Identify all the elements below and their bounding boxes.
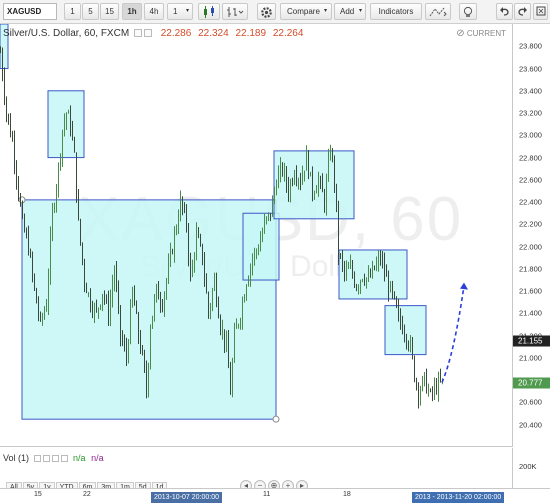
price-tick-label: 22.000 (519, 242, 542, 252)
interval-dropdown[interactable]: 1 ▾ (167, 3, 193, 20)
price-axis[interactable]: 23.800 23.600 23.400 23.200 23.000 22.800 22.6… (512, 24, 550, 447)
volume-axis: 200K (512, 448, 550, 488)
price-tick-label: 21.000 (519, 353, 542, 363)
range-time-badge: 2013 - 2013-11-20 02:00:00 (412, 492, 505, 503)
time-label: 11 (263, 491, 271, 498)
time-axis[interactable]: 15 22 2013-10-07 20:00:00 11 18 2013 - 2… (0, 488, 550, 504)
circle-slash-icon: ⊘ (456, 28, 465, 39)
chevron-down-icon: ▾ (323, 8, 327, 14)
interval-1-button[interactable]: 1 (64, 3, 81, 20)
price-tick-label: 21.800 (519, 264, 542, 274)
chart-toolbar: XAGUSD 1 5 15 1h 4h 1 ▾ Compare ▾ Add ▾ … (0, 0, 550, 24)
interval-15-button[interactable]: 15 (100, 3, 119, 20)
candles-style-button[interactable] (198, 3, 220, 20)
price-tick-label: 22.400 (519, 197, 542, 207)
indicators-button[interactable]: Indicators (370, 3, 422, 20)
price-tick-label: 23.400 (519, 86, 542, 96)
interval-dropdown-value: 1 (173, 7, 178, 16)
lightbulb-icon (463, 6, 473, 17)
close-icon[interactable] (51, 454, 59, 462)
volume-label: Vol (1) (3, 453, 30, 463)
last-price-badge: 21.155 (513, 335, 550, 347)
chevron-down-icon: ▾ (358, 8, 362, 14)
ohlc-values: 22.286 22.324 22.189 22.264 (161, 28, 308, 39)
price-tick-label: 23.600 (519, 64, 542, 74)
drawing-tools-button[interactable] (425, 3, 451, 20)
settings-icon[interactable] (143, 29, 152, 38)
drawing-tools-icon (429, 7, 447, 17)
price-tick-label: 21.400 (519, 308, 542, 318)
chart-mode-label: CURRENT (466, 29, 506, 38)
series-legend: Silver/U.S. Dollar, 60, FXCM 22.286 22.3… (3, 28, 307, 39)
price-tick-label: 23.200 (519, 108, 542, 118)
compare-button[interactable]: Compare ▾ (280, 3, 332, 20)
bar-style-button[interactable] (222, 3, 248, 20)
rectangle-handle (272, 415, 280, 423)
interval-1h-button[interactable]: 1h (122, 3, 142, 20)
time-label: 22 (83, 491, 91, 498)
legend-controls (132, 28, 152, 39)
high-value: 22.324 (198, 28, 229, 40)
chevron-down-icon: ▾ (185, 8, 189, 14)
price-tick-label: 22.800 (519, 153, 542, 163)
price-tick-label: 22.200 (519, 219, 542, 229)
time-label: 18 (343, 491, 351, 498)
add-button[interactable]: Add ▾ (334, 3, 366, 20)
alert-button[interactable] (459, 3, 477, 20)
volume-legend: Vol (1) n/a n/a (3, 453, 104, 464)
interval-5-button[interactable]: 5 (82, 3, 99, 20)
volume-value-1: n/a (73, 453, 86, 463)
volume-value-2: n/a (91, 453, 104, 463)
current-price-badge: 20.777 (513, 377, 550, 389)
price-chart-pane[interactable]: XAGUSD, 60 Silver/U.S. Dollar Silver/U.S… (0, 24, 512, 447)
open-value: 22.286 (160, 28, 192, 40)
low-value: 22.189 (235, 28, 267, 40)
series-title: Silver/U.S. Dollar, 60, FXCM (3, 28, 130, 40)
undo-icon (500, 7, 509, 16)
price-tick-label: 20.400 (519, 420, 542, 430)
redo-button[interactable] (514, 3, 531, 20)
rectangle-drawing (384, 305, 427, 356)
chart-mode-tag[interactable]: ⊘ CURRENT (456, 28, 506, 39)
price-tick-label: 23.000 (519, 130, 542, 140)
settings-button[interactable] (257, 3, 276, 20)
compare-label: Compare (287, 7, 320, 16)
settings-icon[interactable] (42, 454, 50, 462)
crosshair-time-badge: 2013-10-07 20:00:00 (151, 492, 222, 503)
close-value: 22.264 (272, 28, 304, 40)
price-tick-label: 22.600 (519, 175, 542, 185)
add-label: Add (340, 7, 355, 16)
gear-icon (261, 7, 272, 18)
eye-icon[interactable] (133, 29, 142, 38)
fullscreen-icon (536, 6, 545, 16)
price-chart-canvas[interactable] (0, 24, 512, 447)
interval-4h-button[interactable]: 4h (144, 3, 164, 20)
undo-button[interactable] (496, 3, 513, 20)
volume-tick: 200K (519, 462, 537, 471)
candles-icon (204, 6, 214, 18)
eye-icon[interactable] (33, 454, 41, 462)
forecast-arrow (441, 285, 465, 383)
arrowhead-icon (460, 282, 468, 290)
more-icon[interactable] (60, 454, 68, 462)
price-tick-label: 20.600 (519, 397, 542, 407)
symbol-input[interactable]: XAGUSD (3, 3, 57, 20)
redo-icon (518, 7, 527, 16)
time-label: 15 (34, 491, 42, 498)
ohlc-bars-icon (227, 7, 244, 17)
price-tick-label: 23.800 (519, 41, 542, 51)
price-tick-label: 21.600 (519, 286, 542, 296)
fullscreen-button[interactable] (533, 3, 548, 20)
